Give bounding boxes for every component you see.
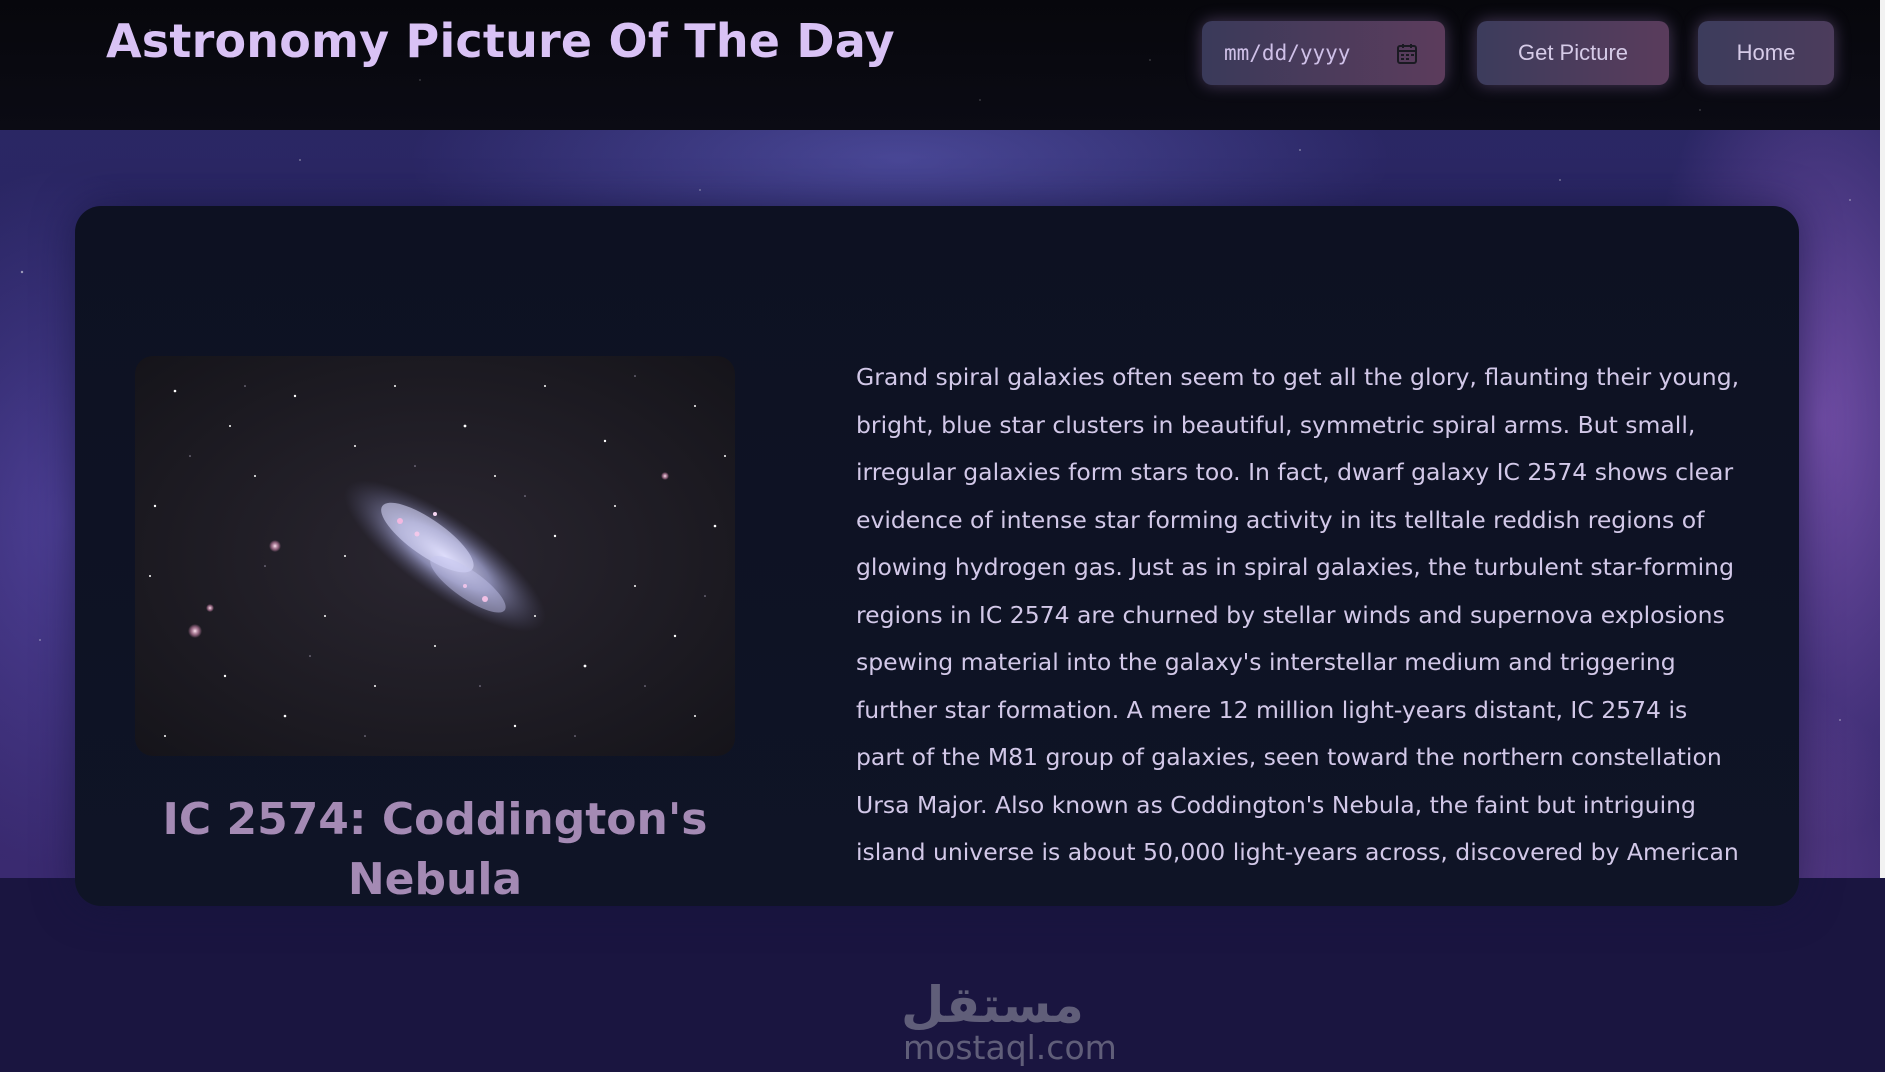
picture-title: IC 2574: Coddington's Nebula [162, 794, 708, 905]
get-picture-button[interactable]: Get Picture [1477, 21, 1669, 85]
galaxy-image [135, 356, 735, 756]
date-input-field[interactable] [1224, 39, 1384, 67]
watermark-arabic: مستقل [901, 976, 1084, 1034]
calendar-icon[interactable] [1395, 42, 1419, 66]
top-navbar: Astronomy Picture Of The Day Get Picture… [0, 0, 1880, 130]
home-button[interactable]: Home [1698, 21, 1834, 85]
watermark-logo: مستقل mostaql.com [901, 976, 1141, 1072]
apod-card: IC 2574: Coddington's Nebula Grand spira… [75, 206, 1799, 1067]
app-title: Astronomy Picture Of The Day [106, 14, 895, 68]
picture-explanation: Grand spiral galaxies often seem to get … [856, 363, 1740, 866]
date-picker[interactable] [1202, 21, 1445, 85]
apod-image [135, 356, 735, 756]
window-edge [1880, 0, 1885, 878]
watermark-latin: mostaql.com [903, 1028, 1117, 1067]
